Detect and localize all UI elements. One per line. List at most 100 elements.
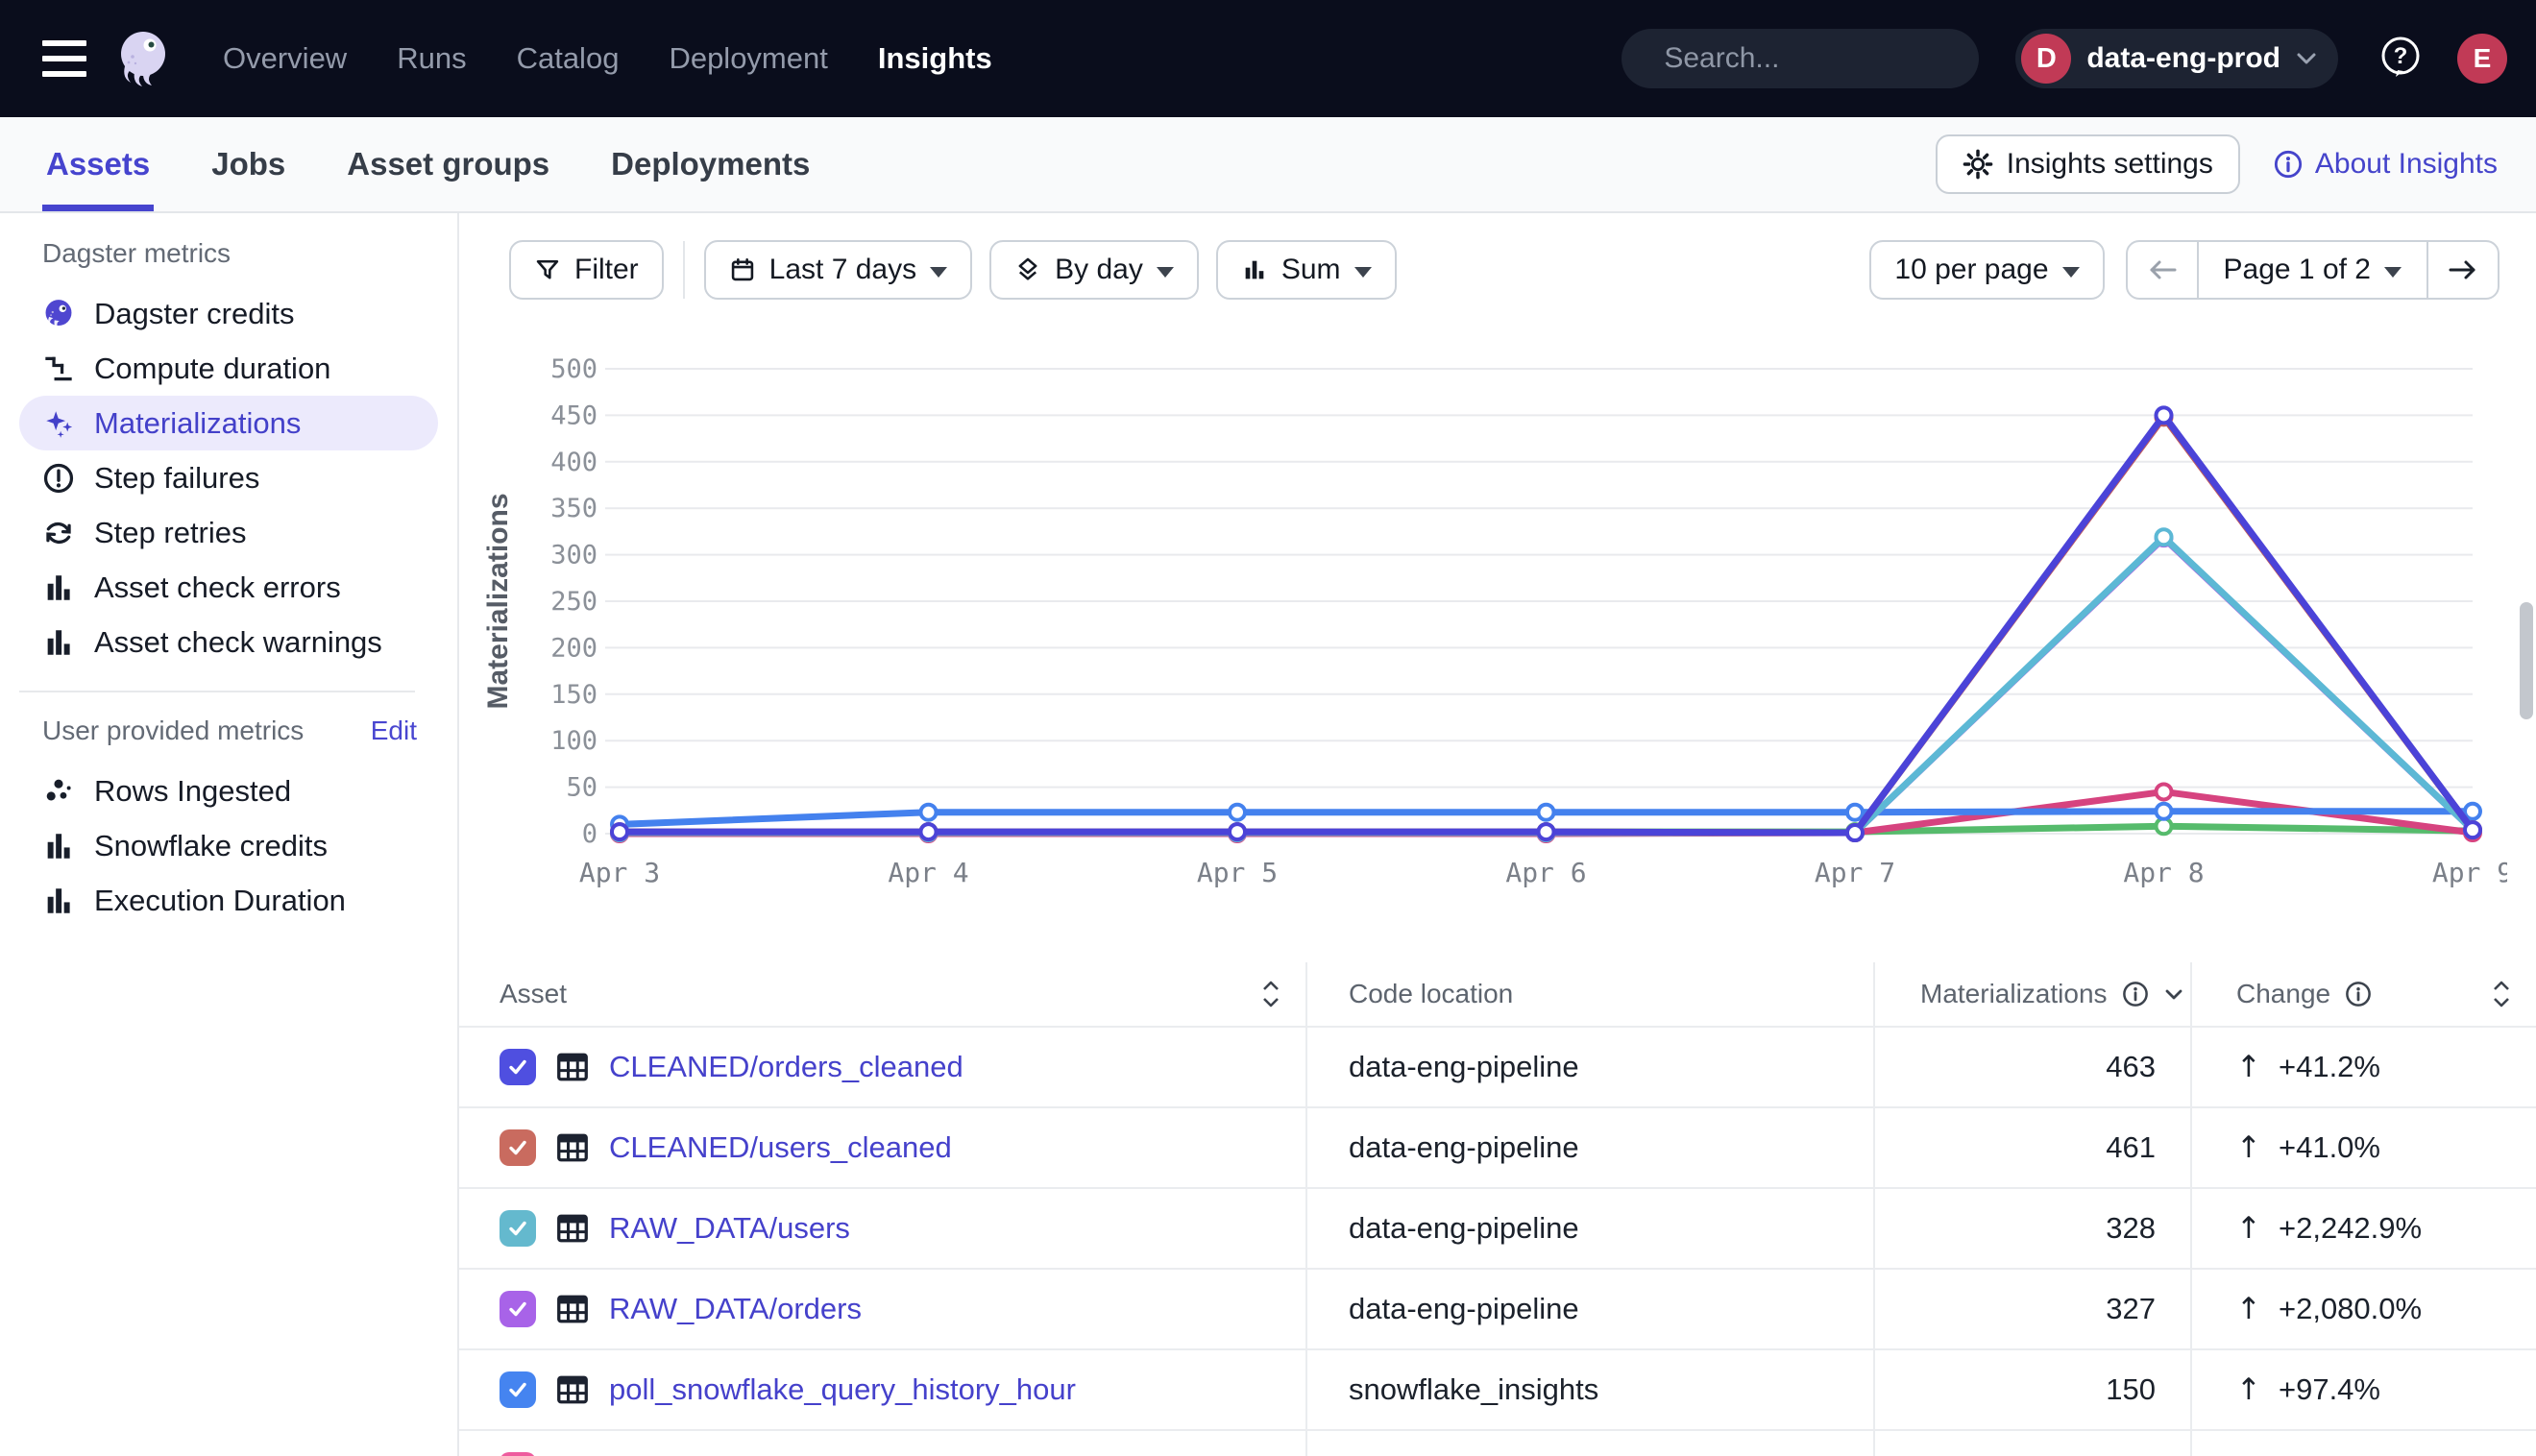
sidebar-item-rows-ingested[interactable]: Rows Ingested [19,764,438,818]
svg-text:Apr 8: Apr 8 [2123,857,2204,888]
time-range-button[interactable]: Last 7 days [704,240,972,300]
change-value: +2,242.9% [2279,1211,2422,1246]
nav-item-runs[interactable]: Runs [397,41,466,76]
column-header-change: Change [2236,979,2330,1009]
caret-down-icon [2384,267,2402,278]
row-checkbox[interactable] [500,1452,536,1456]
sidebar-item-dagster-credits[interactable]: Dagster credits [19,286,438,341]
about-insights-link[interactable]: About Insights [2273,148,2498,181]
info-icon[interactable] [2121,980,2150,1008]
global-search[interactable]: / [1622,29,1979,88]
asset-link[interactable]: poll_snowflake_query_history_hour [609,1372,1076,1407]
data-point-marker [2465,822,2480,837]
vertical-scrollbar-thumb[interactable] [2520,602,2533,719]
insights-main: Filter Last 7 days By day [459,213,2536,1456]
sidebar-item-execution-duration[interactable]: Execution Duration [19,873,438,928]
sidebar-item-step-failures[interactable]: Step failures [19,450,438,505]
row-checkbox[interactable] [500,1291,536,1327]
row-checkbox[interactable] [500,1210,536,1247]
nav-item-deployment[interactable]: Deployment [669,41,827,76]
sidebar-item-label: Execution Duration [94,884,346,918]
trend-up-icon: ↑ [2236,1130,2261,1165]
aggregation-button[interactable]: Sum [1216,240,1397,300]
bar-chart-icon [42,830,75,862]
filter-label: Filter [574,254,639,286]
sidebar-item-label: Step failures [94,461,259,496]
sidebar-item-asset-check-errors[interactable]: Asset check errors [19,560,438,615]
insights-settings-button[interactable]: Insights settings [1936,134,2240,194]
next-page-button[interactable] [2428,242,2498,298]
sidebar-item-label: Snowflake credits [94,829,328,863]
chart-toolbar: Filter Last 7 days By day [509,240,2499,300]
org-switcher[interactable]: D data-eng-prod [2015,29,2338,88]
dagster-logo-icon[interactable] [111,28,173,89]
dagster-metrics-heading: Dagster metrics [42,238,231,269]
search-input[interactable] [1664,42,2035,75]
per-page-button[interactable]: 10 per page [1869,240,2104,300]
sort-asset-icon[interactable] [1261,980,1280,1008]
chevron-down-icon [2296,52,2317,65]
assets-table: Asset Code location Materializations Cha… [459,962,2536,1456]
trend-up-icon: ↑ [2236,1211,2261,1246]
org-name: data-eng-prod [2086,42,2280,75]
sidebar-item-snowflake-credits[interactable]: Snowflake credits [19,818,438,873]
change-cell: ↑ +97.4% [2190,1372,2536,1407]
caret-down-icon [2062,267,2080,278]
nav-item-insights[interactable]: Insights [878,41,992,76]
nav-item-overview[interactable]: Overview [223,41,347,76]
svg-text:Materializations: Materializations [482,493,514,709]
info-icon[interactable] [2344,980,2373,1008]
help-button[interactable]: ? [2378,35,2423,84]
time-range-label: Last 7 days [769,254,916,286]
tab-assets[interactable]: Assets [42,117,154,211]
svg-text:Apr 6: Apr 6 [1505,857,1586,888]
retry-icon [42,517,75,549]
row-checkbox[interactable] [500,1371,536,1408]
svg-text:400: 400 [550,448,597,477]
primary-nav: Overview Runs Catalog Deployment Insights [223,41,992,76]
tab-asset-groups[interactable]: Asset groups [343,117,553,211]
data-point-marker [2157,529,2172,545]
layers-icon [1014,256,1041,283]
user-avatar[interactable]: E [2457,34,2507,84]
materializations-cell: 150 [1873,1372,2190,1407]
bar-chart-icon [42,626,75,659]
tab-deployments[interactable]: Deployments [607,117,814,211]
hamburger-menu-icon[interactable] [42,40,86,77]
edit-metrics-link[interactable]: Edit [371,716,417,746]
sort-desc-icon[interactable] [2163,987,2184,1001]
asset-link[interactable]: CLEANED/users_cleaned [609,1130,952,1165]
sort-change-icon[interactable] [2492,980,2511,1008]
asset-link[interactable]: RAW_DATA/users [609,1211,850,1246]
table-row: RAW_DATA/users data-eng-pipeline 328 ↑ +… [459,1187,2536,1268]
caret-down-icon [1157,267,1174,278]
caret-down-icon [1354,267,1372,278]
page-indicator-dropdown[interactable]: Page 1 of 2 [2197,242,2428,298]
insights-tabs: Assets Jobs Asset groups Deployments [42,117,814,211]
change-cell: ↑ +2,242.9% [2190,1211,2536,1246]
data-point-marker [2465,804,2480,819]
check-icon [506,1298,529,1321]
row-checkbox[interactable] [500,1129,536,1166]
table-asset-icon [555,1050,590,1084]
tab-jobs[interactable]: Jobs [207,117,289,211]
asset-link[interactable]: CLEANED/orders_cleaned [609,1050,963,1084]
table-row: CLEANED/users_cleaned data-eng-pipeline … [459,1106,2536,1187]
granularity-button[interactable]: By day [989,240,1199,300]
code-location-cell: data-eng-pipeline [1305,1130,1873,1165]
column-header-code-location: Code location [1349,979,1513,1008]
svg-text:500: 500 [550,357,597,384]
asset-link[interactable]: RAW_DATA/orders [609,1292,862,1326]
sidebar-item-compute-duration[interactable]: Compute duration [19,341,438,396]
filter-button[interactable]: Filter [509,240,664,300]
svg-text:450: 450 [550,400,597,430]
funnel-icon [534,256,561,283]
prev-page-button[interactable] [2128,242,2197,298]
nav-item-catalog[interactable]: Catalog [517,41,620,76]
sidebar-item-asset-check-warnings[interactable]: Asset check warnings [19,615,438,669]
sidebar-item-materializations[interactable]: Materializations [19,396,438,450]
top-nav: OverviewRunsCatalogDeploymentInsights / … [0,0,2536,117]
sidebar-item-label: Asset check warnings [94,625,382,660]
row-checkbox[interactable] [500,1049,536,1085]
sidebar-item-step-retries[interactable]: Step retries [19,505,438,560]
